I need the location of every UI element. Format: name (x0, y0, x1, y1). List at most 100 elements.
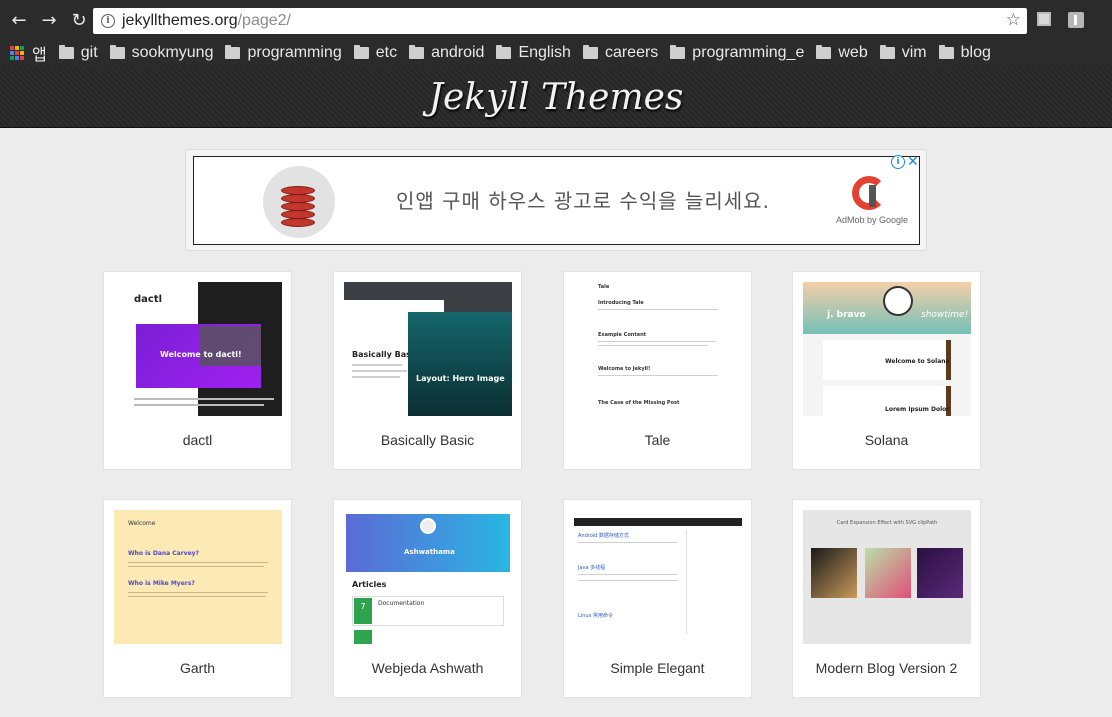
bookmark-label: English (518, 44, 571, 61)
address-bar[interactable]: i jekyllthemes.org/page2/ ☆ (93, 8, 1027, 34)
theme-card-dactl[interactable]: dactl Welcome to dactl! dactl (103, 271, 292, 470)
preview-text-line (578, 542, 678, 543)
theme-preview-garth: Welcome Who is Dana Carvey? Who is Mike … (114, 510, 282, 644)
bookmark-programming[interactable]: programming (225, 44, 342, 62)
bookmark-vim[interactable]: vim (879, 44, 927, 62)
preview-avatar (420, 518, 436, 534)
preview-post-title: Android 数据存储方式 (578, 533, 629, 539)
bookmark-blog[interactable]: blog (938, 44, 991, 62)
browser-chrome: ← → ↻ i jekyllthemes.org/page2/ ☆ 앱 git … (0, 0, 1112, 68)
theme-card-webjeda-ashwath[interactable]: Ashwathama Articles 7 Documentation Webj… (333, 499, 522, 698)
theme-card-solana[interactable]: j. bravo showtime! Welcome to Solana Lor… (792, 271, 981, 470)
preview-text-line (578, 574, 678, 575)
preview-text-line (128, 562, 268, 563)
coin-layer (281, 218, 315, 227)
ad-close-icon[interactable]: ✕ (907, 154, 919, 170)
url-text[interactable]: jekyllthemes.org/page2/ (122, 12, 291, 30)
theme-card-simple-elegant[interactable]: Android 数据存储方式 Java 多线程 Linux 常用命令 Simpl… (563, 499, 752, 698)
theme-name: Basically Basic (380, 432, 475, 448)
bookmark-label: etc (375, 44, 398, 61)
bookmark-label: android (431, 44, 485, 61)
bookmark-apps[interactable]: 앱 (32, 41, 47, 65)
extension-cast-icon[interactable] (1037, 12, 1051, 26)
folder-icon (670, 45, 686, 59)
preview-post-title: Documentation (378, 600, 425, 607)
preview-text-line (134, 398, 274, 400)
preview-text-line (128, 596, 266, 597)
bookmark-star-icon[interactable]: ☆ (1006, 10, 1021, 30)
bookmark-programming-e[interactable]: programming_e (670, 44, 804, 62)
preview-logo: Tale (598, 284, 610, 290)
preview-hero-image (408, 312, 512, 416)
preview-card-image (811, 548, 857, 598)
preview-logo: dactl (134, 294, 163, 305)
ad-content[interactable]: 인앱 구매 하우스 광고로 수익을 늘리세요. AdMob by Google (193, 156, 920, 245)
forward-arrow-icon[interactable]: → (38, 9, 60, 31)
preview-text-line (352, 370, 407, 372)
url-path: /page2/ (237, 12, 291, 29)
preview-date-badge (354, 630, 372, 644)
preview-section-title: Articles (352, 580, 387, 589)
folder-icon (109, 45, 125, 59)
preview-post-title: Introducing Tale (598, 300, 644, 306)
preview-post-title: Welcome (128, 520, 156, 527)
ad-banner: 인앱 구매 하우스 광고로 수익을 늘리세요. AdMob by Google (185, 149, 927, 251)
preview-navbar (574, 518, 742, 526)
folder-icon (225, 45, 241, 59)
preview-text-line (598, 345, 708, 346)
preview-code-block (200, 326, 261, 366)
preview-post-title: Welcome to Solana (885, 358, 950, 365)
theme-name: Tale (644, 432, 671, 448)
site-info-icon[interactable]: i (101, 14, 115, 28)
preview-text-line (598, 375, 718, 376)
theme-name: Webjeda Ashwath (371, 660, 484, 676)
coin-stack-icon (263, 166, 335, 238)
ad-by-label: AdMob by Google (836, 215, 909, 225)
preview-card-image (865, 548, 911, 598)
theme-name: Simple Elegant (610, 660, 705, 676)
bookmark-label: sookmyung (131, 44, 214, 61)
apps-grid-icon[interactable] (10, 46, 24, 60)
folder-icon (938, 45, 954, 59)
bookmark-android[interactable]: android (409, 44, 484, 62)
theme-name: Modern Blog Version 2 (815, 660, 958, 676)
theme-preview-webjeda-ashwath: Ashwathama Articles 7 Documentation (344, 510, 512, 644)
preview-text-line (598, 341, 716, 342)
back-arrow-icon[interactable]: ← (8, 9, 30, 31)
theme-preview-basically-basic: Basically Basic Layout: Hero Image (344, 282, 512, 416)
preview-post-title: Java 多线程 (578, 565, 606, 571)
preview-text-line (598, 309, 718, 310)
bookmark-etc[interactable]: etc (353, 44, 398, 62)
preview-post-title: Example Content (598, 332, 647, 338)
bookmark-label: programming_e (692, 44, 805, 61)
preview-text-line (134, 404, 264, 406)
bookmark-sookmyung[interactable]: sookmyung (109, 44, 214, 62)
ad-choices-icon[interactable]: i (891, 155, 905, 169)
theme-card-modern-blog-v2[interactable]: Card Expansion Effect with SVG clipPath … (792, 499, 981, 698)
preview-card-image (917, 548, 963, 598)
theme-name: Solana (864, 432, 909, 448)
bookmark-label: git (80, 44, 98, 61)
theme-card-garth[interactable]: Welcome Who is Dana Carvey? Who is Mike … (103, 499, 292, 698)
bookmark-english[interactable]: English (496, 44, 571, 62)
theme-card-basically-basic[interactable]: Basically Basic Layout: Hero Image Basic… (333, 271, 522, 470)
preview-heading: Welcome to dactl! (160, 350, 242, 359)
preview-post-title: The Case of the Missing Post (598, 400, 680, 406)
bookmark-git[interactable]: git (58, 44, 98, 62)
site-title-link[interactable]: Jekyll Themes (429, 77, 684, 118)
bookmark-careers[interactable]: careers (582, 44, 658, 62)
bookmark-web[interactable]: web (816, 44, 868, 62)
folder-icon (879, 45, 895, 59)
site-header: Jekyll Themes (0, 68, 1112, 128)
preview-text-line (578, 580, 678, 581)
preview-post-title: Lorem Ipsum Dolor (885, 406, 950, 413)
browser-toolbar: ← → ↻ i jekyllthemes.org/page2/ ☆ (0, 0, 1112, 40)
preview-heading: Card Expansion Effect with SVG clipPath (836, 520, 938, 526)
reload-icon[interactable]: ↻ (68, 9, 90, 31)
theme-card-tale[interactable]: Tale Introducing Tale Example Content We… (563, 271, 752, 470)
extension-info-icon[interactable] (1068, 12, 1084, 28)
preview-post-title: Linux 常用命令 (578, 613, 614, 619)
folder-icon (496, 45, 512, 59)
bookmark-label: programming (247, 44, 342, 61)
preview-text-line (128, 566, 264, 567)
